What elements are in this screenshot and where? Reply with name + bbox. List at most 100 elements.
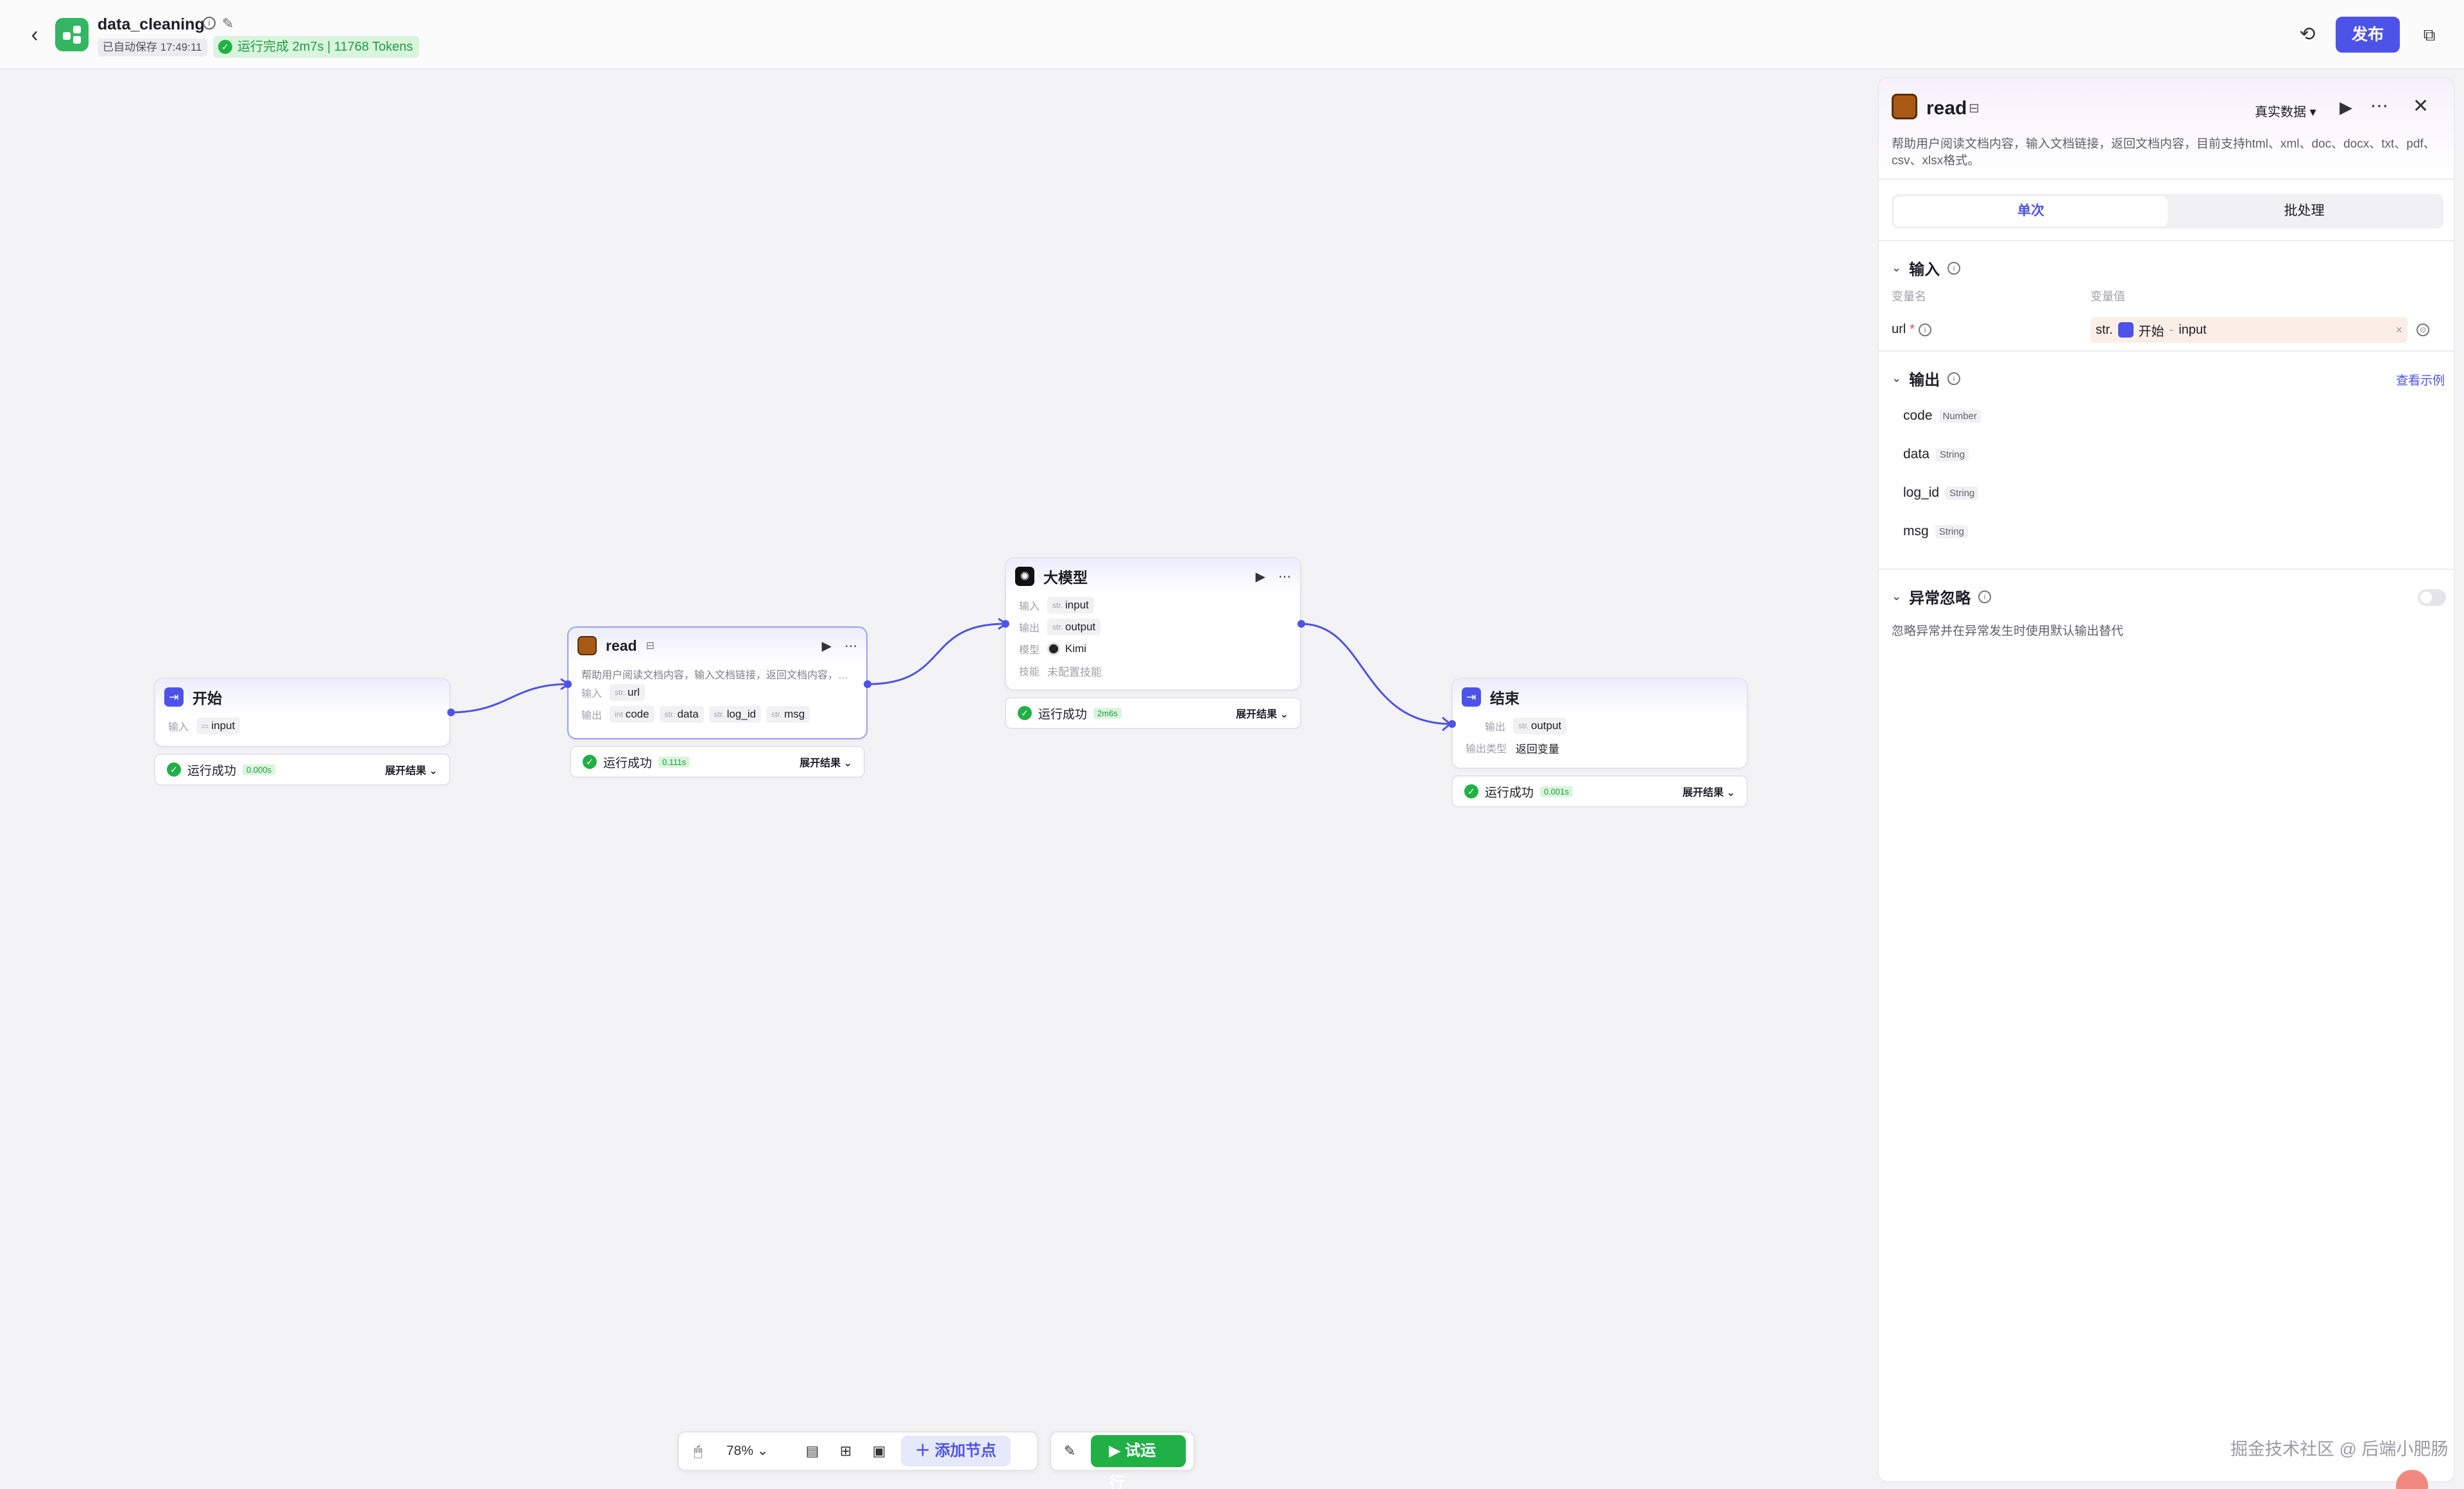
run-time-badge: 0.001s — [1540, 786, 1573, 797]
port-end-in[interactable] — [1448, 720, 1456, 728]
comment-icon[interactable]: ▤ — [801, 1440, 824, 1463]
run-node-icon[interactable]: ▶ — [1256, 569, 1265, 585]
expand-result-button[interactable]: 展开结果 ⌄ — [385, 762, 438, 777]
more-icon[interactable]: ⋯ — [844, 638, 857, 654]
plugin-badge-icon: ⊟ — [1969, 101, 1980, 116]
clear-icon[interactable]: × — [2395, 323, 2402, 337]
info-icon[interactable]: i — [203, 17, 216, 30]
node-header: ⇥ 结束 — [1453, 679, 1747, 715]
node-header: read ⊟ ▶ ⋯ — [569, 628, 866, 664]
add-node-button[interactable]: ＋ 添加节点 — [901, 1436, 1011, 1467]
section-header[interactable]: ⌄ 异常忽略 i — [1892, 585, 1992, 608]
section-header[interactable]: ⌄ 输入 i — [1892, 257, 1961, 279]
port-llm-out[interactable] — [1297, 620, 1305, 628]
expand-result-button[interactable]: 展开结果 ⌄ — [800, 754, 852, 770]
node-title: read — [606, 637, 637, 654]
section-title: 异常忽略 — [1909, 590, 1971, 607]
node-output-row: 输出 str. output — [1453, 715, 1747, 737]
port-start-out[interactable] — [447, 709, 455, 716]
section-description: 忽略异常并在异常发生时使用默认输出替代 — [1892, 624, 2124, 638]
run-toolbar: ✎ ▶ 试运行 — [1050, 1431, 1195, 1489]
mouse-mode-icon[interactable]: 🖱 — [687, 1440, 710, 1463]
model-label: 模型 — [1019, 645, 1040, 656]
node-mode-row: 输出类型 返回变量 — [1453, 737, 1747, 759]
run-text: 运行成功 — [1485, 786, 1534, 800]
run-time-badge: 2m6s — [1093, 707, 1122, 719]
port-llm-in[interactable] — [1002, 620, 1009, 628]
run-status-badge: ✓ 运行完成 2m7s | 11768 Tokens — [213, 36, 420, 58]
data-mode-select[interactable]: 真实数据 ▾ — [2255, 101, 2316, 120]
panel-title: read — [1926, 98, 1967, 119]
node-start[interactable]: ⇥ 开始 输入 ▭ input — [154, 678, 450, 747]
output-tag: str. msg — [766, 706, 810, 723]
column-label-name: 变量名 — [1892, 290, 1926, 303]
panel-header: read ⊟ 真实数据 ▾ ▶ ⋯ ✕ 帮助用户阅读文档内容，输入文档链接，返回… — [1879, 78, 2454, 180]
chevron-down-icon: ⌄ — [1892, 261, 1902, 274]
success-check-icon: ✓ — [218, 40, 232, 54]
output-tag: str. output — [1047, 619, 1101, 635]
section-header[interactable]: ⌄ 输出 i — [1892, 367, 1961, 390]
output-item: msg String — [1903, 524, 1968, 539]
publish-button[interactable]: 发布 — [2336, 17, 2400, 53]
run-result-end[interactable]: ✓ 运行成功 0.001s 展开结果 ⌄ — [1451, 775, 1748, 807]
input-tag: str. url — [610, 684, 645, 701]
view-example-link[interactable]: 查看示例 — [2396, 371, 2445, 388]
tab-single[interactable]: 单次 — [1894, 196, 2168, 226]
node-input-row: 输入 str. input — [1006, 594, 1300, 616]
more-icon[interactable]: ⋯ — [1278, 569, 1291, 585]
expand-result-button[interactable]: 展开结果 ⌄ — [1682, 784, 1735, 799]
run-result-start[interactable]: ✓ 运行成功 0.000s 展开结果 ⌄ — [154, 753, 450, 786]
llm-icon: ✺ — [1015, 567, 1034, 586]
output-tag: str. log_id — [708, 706, 762, 723]
expand-result-button[interactable]: 展开结果 ⌄ — [1236, 705, 1288, 721]
column-label-value: 变量值 — [2091, 290, 2125, 303]
run-text: 运行成功 — [187, 764, 237, 778]
run-status-text: 运行完成 2m7s | 11768 Tokens — [237, 40, 413, 54]
output-item: data String — [1903, 447, 1969, 462]
output-label: 输出 — [1485, 722, 1506, 733]
copy-icon[interactable]: ⧉ — [2418, 23, 2441, 46]
variable-settings-icon[interactable]: ⊙ — [2417, 323, 2429, 336]
minimap-icon[interactable]: ▣ — [868, 1440, 891, 1463]
output-tag: str. data — [659, 706, 704, 723]
ignore-exception-toggle[interactable] — [2418, 589, 2446, 606]
back-icon[interactable]: ‹ — [23, 22, 46, 47]
port-read-in[interactable] — [564, 680, 572, 688]
run-time-badge: 0.111s — [658, 756, 690, 768]
edit-icon[interactable]: ✎ — [222, 15, 234, 32]
auto-layout-icon[interactable]: ⊞ — [834, 1440, 857, 1463]
run-mode-tabs: 单次 批处理 — [1892, 194, 2443, 228]
panel-description: 帮助用户阅读文档内容，输入文档链接，返回文档内容，目前支持html、xml、do… — [1892, 137, 2436, 168]
run-result-read[interactable]: ✓ 运行成功 0.111s 展开结果 ⌄ — [570, 746, 865, 778]
node-llm[interactable]: ✺ 大模型 ▶ ⋯ 输入 str. input 输出 str. output 模型 … — [1005, 557, 1301, 691]
more-icon[interactable]: ⋯ — [2370, 95, 2388, 116]
run-node-icon[interactable]: ▶ — [2340, 98, 2352, 117]
model-name: Kimi — [1065, 642, 1087, 655]
output-tag: str. output — [1513, 718, 1567, 734]
section-title: 输入 — [1909, 261, 1940, 279]
node-title: 结束 — [1490, 690, 1519, 707]
port-read-out[interactable] — [864, 680, 871, 688]
close-icon[interactable]: ✕ — [2413, 95, 2429, 117]
run-result-llm[interactable]: ✓ 运行成功 2m6s 展开结果 ⌄ — [1005, 697, 1301, 729]
input-label: 输入 — [581, 689, 603, 700]
info-icon: i — [1978, 590, 1992, 603]
zoom-select[interactable]: 78% ⌄ — [720, 1438, 791, 1464]
output-label: 输出 — [581, 710, 603, 721]
plugin-badge-icon: ⊟ — [646, 641, 654, 651]
end-icon: ⇥ — [1462, 687, 1481, 707]
success-check-icon: ✓ — [167, 762, 181, 777]
info-icon: i — [1947, 372, 1961, 385]
history-icon[interactable]: ⟲ — [2295, 22, 2320, 47]
debug-icon[interactable]: ✎ — [1059, 1440, 1081, 1463]
watermark: 掘金技术社区 @ 后端小肥肠 — [2230, 1440, 2449, 1459]
workflow-app-icon — [55, 18, 89, 51]
tab-batch[interactable]: 批处理 — [2168, 196, 2441, 226]
run-node-icon[interactable]: ▶ — [822, 638, 832, 654]
node-end[interactable]: ⇥ 结束 输出 str. output 输出类型 返回变量 — [1451, 678, 1748, 769]
input-var-value[interactable]: str. 开始 - input × — [2091, 317, 2408, 343]
node-read[interactable]: read ⊟ ▶ ⋯ 帮助用户阅读文档内容，输入文档链接，返回文档内容，目前… … — [567, 626, 868, 739]
output-tag: int code — [610, 706, 654, 723]
info-icon: i — [1919, 323, 1932, 336]
trial-run-button[interactable]: ▶ 试运行 — [1091, 1435, 1186, 1489]
